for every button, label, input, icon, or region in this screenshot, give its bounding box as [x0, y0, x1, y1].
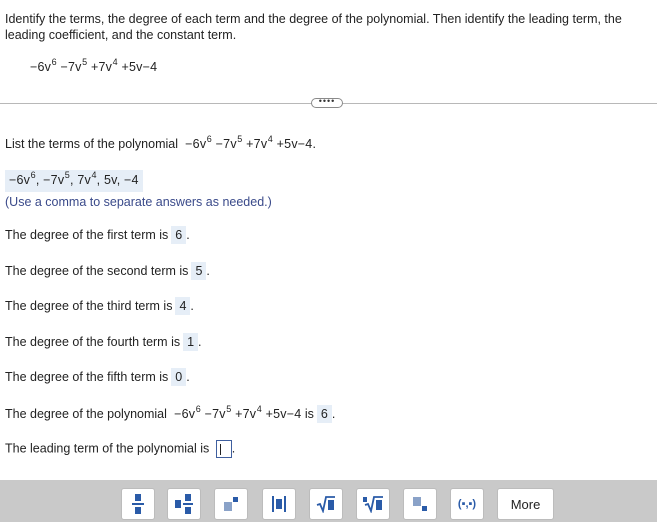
- question-instruction: Identify the terms, the degree of each t…: [5, 12, 622, 42]
- absolute-value-button[interactable]: [262, 488, 296, 520]
- terms-answer[interactable]: −6v6, −7v5, 7v4, 5v, −4: [5, 170, 143, 192]
- list-terms-prompt: List the terms of the polynomial −6v6 −7…: [5, 133, 316, 151]
- nth-root-icon: [363, 496, 383, 513]
- comma-hint: (Use a comma to separate answers as need…: [5, 195, 272, 209]
- question-polynomial: −6v6 −7v5 +7v4 +5v−4: [30, 56, 158, 74]
- exponent-icon: [224, 497, 238, 511]
- subscript-icon: [413, 497, 427, 511]
- fifth-term-degree-row: The degree of the fifth term is 0.: [5, 368, 190, 386]
- leading-term-row: The leading term of the polynomial is .: [5, 440, 235, 458]
- leading-term-input[interactable]: [215, 440, 232, 458]
- more-tools-button[interactable]: More: [497, 488, 554, 520]
- fourth-degree-answer[interactable]: 1: [183, 333, 199, 351]
- subscript-button[interactable]: [403, 488, 437, 520]
- fifth-degree-answer[interactable]: 0: [171, 368, 187, 386]
- ordered-pair-icon: (▪,▪): [457, 498, 477, 510]
- math-toolbar: (▪,▪) More: [0, 480, 657, 522]
- first-degree-answer[interactable]: 6: [171, 226, 187, 244]
- absolute-value-icon: [272, 496, 286, 512]
- mixed-number-icon: [175, 494, 193, 514]
- exponent-button[interactable]: [214, 488, 248, 520]
- text-caret: [219, 444, 221, 455]
- ordered-pair-button[interactable]: (▪,▪): [450, 488, 484, 520]
- mixed-number-button[interactable]: [167, 488, 201, 520]
- fourth-term-degree-row: The degree of the fourth term is 1.: [5, 333, 202, 351]
- fraction-button[interactable]: [121, 488, 155, 520]
- prompt-polynomial: −6v6 −7v5 +7v4 +5v−4: [185, 133, 313, 151]
- polynomial-degree-answer[interactable]: 6: [316, 405, 332, 423]
- second-term-degree-row: The degree of the second term is 5.: [5, 262, 210, 280]
- third-term-degree-row: The degree of the third term is 4.: [5, 297, 194, 315]
- first-term-degree-row: The degree of the first term is 6.: [5, 226, 190, 244]
- fraction-icon: [132, 494, 144, 514]
- third-degree-answer[interactable]: 4: [175, 297, 191, 315]
- polynomial-degree-row: The degree of the polynomial −6v6 −7v5 +…: [5, 403, 336, 423]
- second-degree-answer[interactable]: 5: [191, 262, 207, 280]
- expand-more-button[interactable]: ••••: [311, 97, 343, 108]
- square-root-icon: [316, 496, 335, 513]
- square-root-button[interactable]: [309, 488, 343, 520]
- nth-root-button[interactable]: [356, 488, 390, 520]
